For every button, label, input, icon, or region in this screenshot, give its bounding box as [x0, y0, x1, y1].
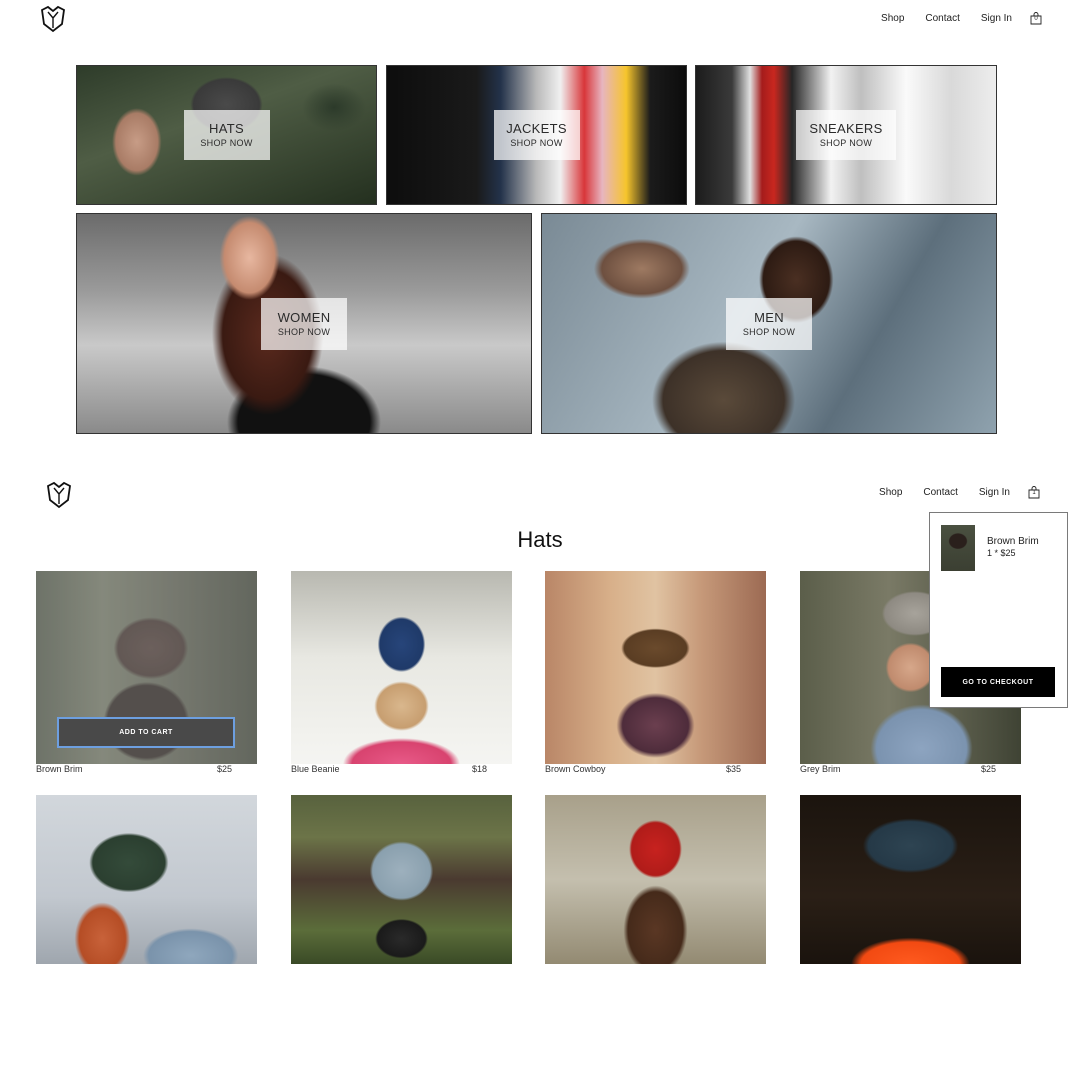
category-label-box: HATS SHOP NOW — [183, 110, 270, 160]
nav-shop-link[interactable]: Shop — [881, 13, 904, 24]
cart-item-name: Brown Brim — [987, 536, 1039, 547]
cart-item-image — [941, 525, 975, 571]
product-name: Grey Brim — [800, 764, 841, 774]
crown-logo-icon[interactable] — [44, 480, 74, 510]
product-name: Brown Brim — [36, 764, 83, 774]
category-cta: SHOP NOW — [742, 326, 796, 337]
category-label-box: WOMEN SHOP NOW — [261, 297, 347, 350]
go-to-checkout-button[interactable]: GO TO CHECKOUT — [941, 667, 1055, 697]
product-image — [545, 795, 766, 964]
product-image — [800, 795, 1021, 964]
product-price: $25 — [216, 764, 232, 774]
category-tile-hats[interactable]: HATS SHOP NOW — [76, 65, 377, 205]
shopping-bag-icon[interactable]: 0 — [1030, 12, 1042, 25]
product-price: $25 — [980, 764, 996, 774]
category-tile-jackets[interactable]: JACKETS SHOP NOW — [386, 65, 687, 205]
homepage-nav: Shop Contact Sign In 0 — [881, 12, 1042, 25]
cart-dropdown: Brown Brim 1 * $25 GO TO CHECKOUT — [929, 512, 1068, 708]
cart-item-quantity: 1 * $25 — [987, 548, 1016, 558]
product-image: ADD TO CART — [36, 571, 257, 764]
product-name: Blue Beanie — [291, 764, 340, 774]
hats-page-nav: Shop Contact Sign In 1 — [879, 486, 1040, 499]
product-image — [545, 571, 766, 764]
category-cta: SHOP NOW — [819, 138, 873, 148]
product-name: Brown Cowboy — [545, 764, 606, 774]
nav-contact-link[interactable]: Contact — [923, 487, 957, 498]
nav-sign-in-link[interactable]: Sign In — [979, 487, 1010, 498]
add-to-cart-button[interactable]: ADD TO CART — [57, 717, 235, 748]
category-cta: SHOP NOW — [200, 138, 253, 148]
page-title: Hats — [517, 527, 563, 552]
category-label-box: MEN SHOP NOW — [726, 297, 812, 350]
product-price: $18 — [471, 764, 487, 774]
category-title: SNEAKERS — [809, 121, 883, 136]
cart-count: 0 — [1034, 16, 1038, 22]
shopping-bag-icon[interactable]: 1 — [1028, 486, 1040, 499]
category-label-box: SNEAKERS SHOP NOW — [796, 110, 896, 160]
category-cta: SHOP NOW — [277, 326, 331, 337]
cart-count: 1 — [1032, 490, 1036, 496]
category-label-box: JACKETS SHOP NOW — [493, 110, 580, 160]
nav-shop-link[interactable]: Shop — [879, 487, 902, 498]
nav-sign-in-link[interactable]: Sign In — [981, 13, 1012, 24]
product-image — [291, 571, 512, 764]
category-cta: SHOP NOW — [510, 138, 563, 148]
hats-page-header: Shop Contact Sign In 1 — [0, 474, 1080, 514]
category-title: WOMEN — [277, 309, 331, 325]
crown-logo-icon[interactable] — [38, 4, 68, 34]
product-image — [36, 795, 257, 964]
category-title: JACKETS — [506, 121, 567, 136]
category-tile-men[interactable]: MEN SHOP NOW — [541, 213, 997, 434]
category-tile-sneakers[interactable]: SNEAKERS SHOP NOW — [695, 65, 997, 205]
nav-contact-link[interactable]: Contact — [925, 13, 959, 24]
product-price: $35 — [725, 764, 741, 774]
product-image — [291, 795, 512, 964]
homepage-header: Shop Contact Sign In 0 — [0, 0, 1080, 40]
category-title: MEN — [754, 309, 784, 325]
category-title: HATS — [209, 121, 244, 136]
category-tile-women[interactable]: WOMEN SHOP NOW — [76, 213, 532, 434]
